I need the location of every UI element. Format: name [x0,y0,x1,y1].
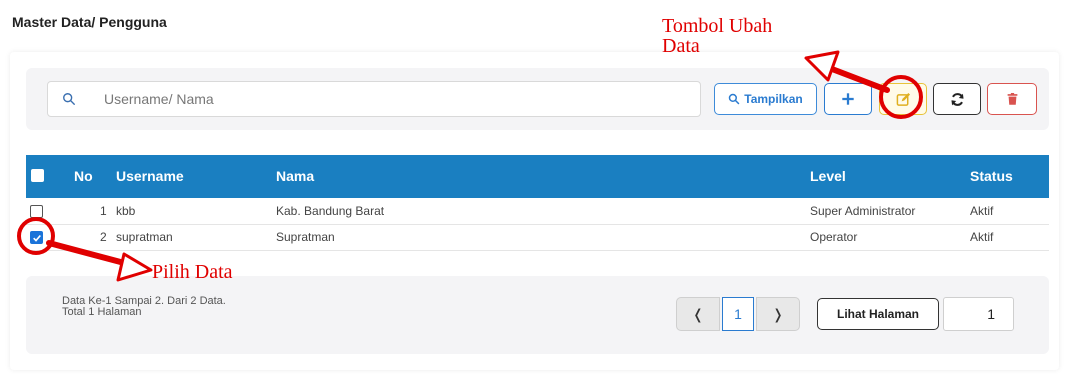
edit-icon [896,92,910,106]
search-icon [729,93,740,105]
trash-icon [1007,92,1017,105]
edit-annotation-line: Tombol Ubah [662,15,773,37]
select-annotation-label: Pilih Data [152,261,233,283]
row-status: Aktif [970,230,994,244]
show-button[interactable]: Tampilkan [714,83,817,115]
column-username: Username [116,168,184,184]
next-page-button[interactable]: ❭ [756,297,800,331]
page-number-input[interactable] [943,297,1014,331]
edit-annotation-label: Tombol Ubah Data [662,16,772,56]
table-row[interactable]: 2 supratman Supratman Operator Aktif [26,225,1049,251]
page-title: Master Data/ Pengguna [12,14,167,30]
column-level: Level [810,168,846,184]
show-button-label: Tampilkan [744,92,803,106]
column-no: No [74,168,93,184]
row-no: 1 [100,204,107,218]
add-button[interactable] [824,83,872,115]
row-nama: Supratman [276,230,335,244]
refresh-icon [951,92,963,106]
edit-annotation-line: Data [662,35,700,57]
delete-button[interactable] [987,83,1037,115]
page-1-button[interactable]: 1 [722,297,754,331]
pagination: ❬ 1 ❭ [676,297,800,331]
check-icon [33,234,41,242]
select-all-checkbox[interactable] [31,169,44,182]
row-level: Operator [810,230,858,244]
prev-page-button[interactable]: ❬ [676,297,720,331]
refresh-button[interactable] [933,83,981,115]
view-page-button[interactable]: Lihat Halaman [817,298,939,330]
row-status: Aktif [970,204,994,218]
row-level: Super Administrator [810,204,916,218]
row-username: kbb [116,204,136,218]
search-box [47,81,701,117]
pagination-info: Data Ke-1 Sampai 2. Dari 2 Data. Total 1… [62,296,226,318]
row-no: 2 [100,230,107,244]
row-checkbox[interactable] [30,231,43,244]
plus-icon [842,93,854,105]
row-nama: Kab. Bandung Barat [276,204,385,218]
search-icon [63,93,75,105]
search-input[interactable] [104,88,684,110]
table-row[interactable]: 1 kbb Kab. Bandung Barat Super Administr… [26,199,1049,225]
row-checkbox[interactable] [30,205,43,218]
row-username: supratman [116,230,173,244]
column-status: Status [970,168,1013,184]
table-header: No Username Nama Level Status [26,155,1049,198]
pagination-info-line: Total 1 Halaman [62,306,142,318]
edit-button[interactable] [879,83,927,115]
column-nama: Nama [276,168,315,184]
